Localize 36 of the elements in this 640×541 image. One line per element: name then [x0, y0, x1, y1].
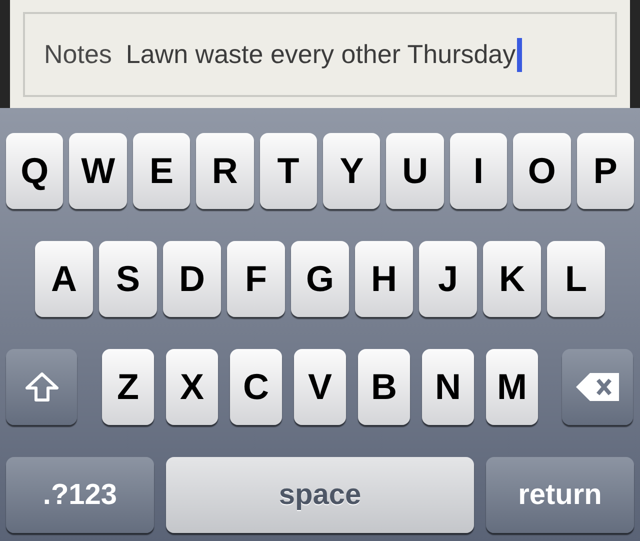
letter-key[interactable]: L — [547, 241, 605, 317]
field-label: Notes — [44, 39, 112, 70]
letter-key[interactable]: J — [419, 241, 477, 317]
letter-key[interactable]: P — [576, 133, 634, 209]
delete-key[interactable] — [562, 349, 633, 425]
numbers-key[interactable]: .?123 — [6, 457, 154, 533]
letter-key[interactable]: H — [355, 241, 413, 317]
notes-field[interactable]: Notes Lawn waste every other Thursday — [23, 12, 617, 97]
letter-key[interactable]: I — [450, 133, 508, 209]
field-value: Lawn waste every other Thursday — [126, 39, 516, 70]
letter-key[interactable]: K — [483, 241, 541, 317]
letter-key[interactable]: Q — [6, 133, 64, 209]
letter-key[interactable]: B — [358, 349, 410, 425]
letter-key[interactable]: Y — [323, 133, 380, 209]
letter-key[interactable]: E — [132, 133, 190, 209]
letter-key[interactable]: Z — [102, 349, 154, 425]
letter-key[interactable]: U — [386, 133, 444, 209]
letter-key[interactable]: W — [69, 133, 127, 209]
space-key[interactable]: space — [166, 457, 474, 533]
letter-key[interactable]: T — [260, 133, 317, 209]
letter-key[interactable]: F — [227, 241, 285, 317]
letter-key[interactable]: A — [35, 241, 93, 317]
return-key[interactable]: return — [486, 457, 634, 533]
letter-key[interactable]: O — [513, 133, 571, 209]
letter-key[interactable]: V — [294, 349, 346, 425]
letter-key[interactable]: D — [163, 241, 221, 317]
letter-key[interactable]: X — [166, 349, 218, 425]
shift-icon — [24, 372, 58, 402]
letter-key[interactable]: G — [291, 241, 349, 317]
letter-key[interactable]: R — [196, 133, 254, 209]
letter-key[interactable]: M — [486, 349, 538, 425]
shift-key[interactable] — [6, 349, 77, 425]
backspace-icon — [574, 371, 622, 403]
letter-key[interactable]: C — [230, 349, 282, 425]
letter-key[interactable]: S — [99, 241, 157, 317]
letter-key[interactable]: N — [422, 349, 474, 425]
